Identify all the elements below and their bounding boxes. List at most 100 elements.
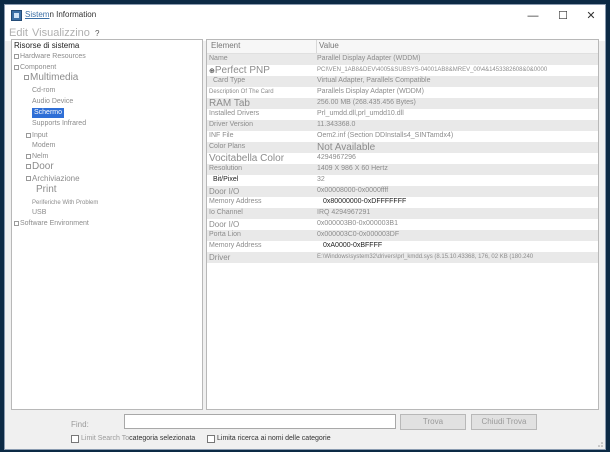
table-row[interactable]: Resolution 1409 X 986 X 60 Hertz (207, 164, 598, 175)
tree-item-input[interactable]: Input (26, 131, 48, 141)
row-element: Installed Drivers (209, 110, 260, 117)
row-element: Color Plans (209, 143, 246, 150)
table-row[interactable]: Description Of The Card Parallels Displa… (207, 87, 598, 98)
row-element: Door I/O (209, 187, 240, 196)
table-row[interactable]: Door I/O 0x00008000-0x0000ffff (207, 186, 598, 197)
row-element: Driver (209, 253, 231, 262)
limit-category-checkbox[interactable] (207, 435, 215, 443)
table-row[interactable]: Vocitabella Color 4294967296 (207, 153, 598, 164)
system-information-window: Sistemn Information — ☐ ✕ Edit Visualizz… (4, 4, 606, 450)
tree-item-label: Multimedia (30, 72, 79, 83)
row-element-label: Perfect PNP (214, 65, 270, 76)
tree-item-label: Component (20, 64, 57, 71)
close-find-button[interactable]: Chiudi Trova (471, 414, 537, 430)
table-row[interactable]: Card Type Virtual Adapter, Parallels Com… (207, 76, 598, 87)
tree-item-periferiche-with-problem[interactable]: Periferiche With Problem (32, 198, 98, 208)
table-row[interactable]: Io Channel IRQ 4294967291 (207, 208, 598, 219)
row-value: 0x00008000-0x0000ffff (317, 187, 389, 194)
table-row[interactable]: Driver Version 11.343368.0 (207, 120, 598, 131)
table-row[interactable]: Memory Address 0xA0000-0xBFFFF (207, 241, 598, 252)
table-row[interactable]: Porta Lion 0x000003C0-0x000003DF (207, 230, 598, 241)
tree-root[interactable]: Risorse di sistema (14, 41, 79, 51)
tree-item-label: Software Environment (20, 220, 89, 227)
table-row[interactable]: ⊕Perfect PNP PCI\VEN_1AB8&DEV\4005&SUBSY… (207, 65, 598, 76)
menu-view[interactable]: Visualizzino (32, 27, 90, 39)
row-element: Bit/Pixel (213, 176, 239, 183)
tree-item-modem[interactable]: Modem (32, 141, 55, 151)
limit-search-checkbox[interactable] (71, 435, 79, 443)
minimize-button[interactable]: — (519, 7, 547, 25)
column-divider[interactable] (316, 40, 317, 53)
row-element: Driver Version (209, 121, 253, 128)
column-value-header[interactable]: Value (319, 41, 339, 50)
expand-icon[interactable] (26, 176, 31, 182)
tree-item-label: Archiviazione (32, 174, 80, 183)
table-row[interactable]: Installed Drivers Prl_umdd.dll,prl_umdd1… (207, 109, 598, 120)
table-row[interactable]: Bit/Pixel 32 (207, 175, 598, 186)
category-tree[interactable]: Risorse di sistema Hardware Resources Co… (11, 39, 203, 410)
menu-help[interactable]: ? (95, 29, 99, 38)
expand-icon[interactable] (24, 74, 29, 80)
tree-item-label: Input (32, 132, 48, 139)
column-element-header[interactable]: Element (211, 41, 240, 50)
find-input[interactable] (124, 414, 396, 429)
menu-edit[interactable]: Edit (9, 27, 28, 39)
limit-search-label: Limit Search Tocategoria selezionata (81, 435, 195, 442)
row-value: 0x000003C0-0x000003DF (317, 231, 400, 238)
window-title-part1: Sistem (25, 10, 50, 19)
collapse-icon[interactable] (14, 64, 19, 70)
details-list[interactable]: Element Value Name Parallel Display Adap… (206, 39, 599, 410)
window-title: Sistemn Information (25, 10, 96, 19)
row-value: Prl_umdd.dll,prl_umdd10.dll (317, 110, 404, 117)
maximize-button[interactable]: ☐ (549, 7, 577, 25)
table-row[interactable]: INF File Oem2.inf (Section DDInstalls4_S… (207, 131, 598, 142)
tree-item-door[interactable]: Door (26, 162, 54, 172)
column-header: Element Value (207, 40, 598, 54)
tree-item-usb[interactable]: USB (32, 208, 46, 218)
row-value: 11.343368.0 (317, 121, 356, 128)
row-value: 256.00 MB (268.435.456 Bytes) (317, 99, 416, 106)
row-value: 0x80000000-0xDFFFFFFF (323, 198, 407, 205)
close-button[interactable]: ✕ (577, 7, 605, 25)
row-element: RAM Tab (209, 98, 250, 109)
expand-icon[interactable] (26, 132, 31, 138)
row-element: INF File (209, 132, 234, 139)
table-row[interactable]: Driver E:\Windows\system32\drivers\prl_k… (207, 252, 598, 263)
limit-category-checkbox-row[interactable]: Limita ricerca ai nomi delle categorie (207, 435, 357, 445)
expand-icon[interactable] (26, 163, 31, 169)
expand-icon[interactable] (26, 153, 31, 159)
table-row[interactable]: Color Plans Not Available (207, 142, 598, 153)
limit-search-checkbox-row[interactable]: Limit Search Tocategoria selezionata (71, 435, 201, 445)
row-value: Not Available (317, 142, 376, 153)
title-bar: Sistemn Information — ☐ ✕ (5, 5, 605, 27)
expand-icon[interactable] (14, 53, 19, 59)
window-title-part2: n Information (49, 10, 97, 19)
tree-item-cd-rom[interactable]: Cd-rom (32, 86, 55, 96)
row-value: E:\Windows\system32\drivers\prl_kmdd.sys… (317, 254, 534, 260)
tree-item-supports-infrared[interactable]: Supports Infrared (32, 119, 86, 129)
tree-item-multimedia[interactable]: Multimedia (24, 73, 78, 83)
tree-item-archiviazione[interactable]: Archiviazione (26, 174, 80, 184)
table-row[interactable]: RAM Tab 256.00 MB (268.435.456 Bytes) (207, 98, 598, 109)
row-value: 32 (317, 176, 325, 183)
limit-category-label: Limita ricerca ai nomi delle categorie (217, 435, 331, 442)
tree-item-hardware-resources[interactable]: Hardware Resources (14, 52, 86, 62)
tree-item-audio-device[interactable]: Audio Device (32, 97, 73, 107)
tree-item-label: Nelm (32, 153, 49, 160)
table-row[interactable]: Name Parallel Display Adapter (WDDM) (207, 54, 598, 65)
row-value: 1409 X 986 X 60 Hertz (317, 165, 388, 172)
row-value: Virtual Adapter, Parallels Compatible (317, 77, 431, 84)
row-element: Memory Address (209, 242, 262, 249)
tree-item-schermo[interactable]: Schermo (32, 108, 65, 118)
table-row[interactable]: Memory Address 0x80000000-0xDFFFFFFF (207, 197, 598, 208)
find-label: Find: (71, 420, 89, 429)
tree-item-print[interactable]: Print (36, 185, 57, 195)
resize-grip-icon[interactable] (595, 439, 603, 447)
row-value: Parallel Display Adapter (WDDM) (317, 55, 421, 62)
tree-item-software-environment[interactable]: Software Environment (14, 219, 89, 229)
table-row[interactable]: Door I/O 0x000003B0-0x000003B1 (207, 219, 598, 230)
expand-icon[interactable] (14, 220, 19, 226)
row-element: Door I/O (209, 220, 240, 229)
find-button[interactable]: Trova (400, 414, 466, 430)
row-element: Io Channel (209, 209, 243, 216)
